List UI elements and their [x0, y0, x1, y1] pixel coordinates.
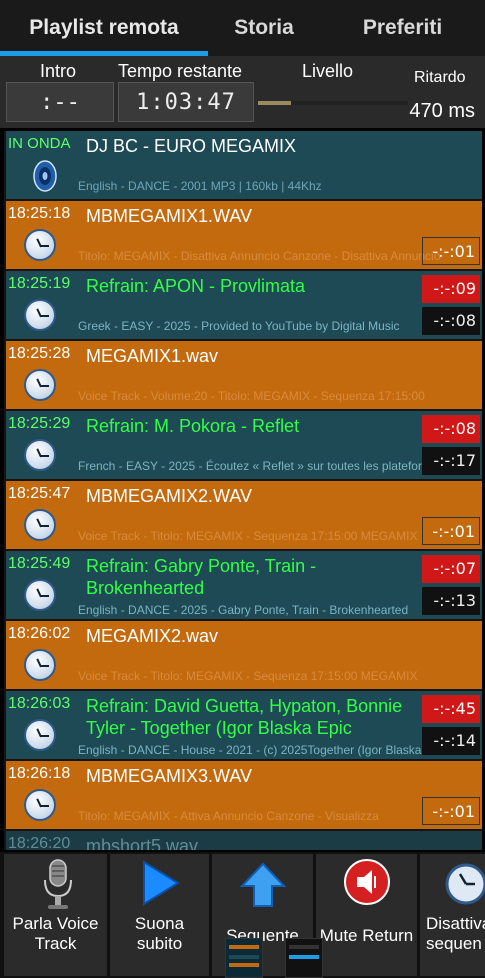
playlist-row[interactable]: 18:25:29 Refrain: M. Pokora - Reflet Fre…	[6, 411, 482, 479]
playlist-row[interactable]: 18:26:03 Refrain: David Guetta, Hypaton,…	[6, 691, 482, 759]
intro-value: :--	[6, 82, 114, 122]
delay-value: 470 ms	[409, 100, 475, 122]
track-timer: -:-:01	[422, 797, 480, 825]
disable-sequence-label: Disattiva sequen	[426, 914, 485, 953]
clock-icon	[24, 579, 56, 611]
track-time: 18:26:02	[8, 625, 71, 642]
clock-icon	[24, 299, 56, 331]
track-timer: -:-:01	[422, 237, 480, 265]
track-title: MEGAMIX1.wav	[86, 346, 219, 366]
track-title: Refrain: M. Pokora - Reflet	[86, 416, 300, 436]
tab-remote-playlist[interactable]: Playlist remota	[0, 0, 208, 56]
playlist-row-on-air[interactable]: IN ONDA DJ BC - EURO MEGAMIX English - D…	[6, 131, 482, 199]
track-details: English - DANCE - 2025 - Gabry Ponte, Tr…	[78, 603, 409, 617]
track-details: Voice Track - Titolo: MEGAMIX - Sequenza…	[78, 529, 418, 543]
playlist-row[interactable]: 18:26:02 MEGAMIX2.wav Voice Track - Tito…	[6, 621, 482, 689]
playlist[interactable]: IN ONDA DJ BC - EURO MEGAMIX English - D…	[4, 131, 482, 850]
intro-timer: -:-:45	[422, 695, 480, 723]
clock-icon	[445, 863, 485, 905]
intro-timer: -:-:08	[422, 415, 480, 443]
track-title: MBMEGAMIX1.WAV	[86, 206, 253, 226]
playlist-row[interactable]: 18:25:19 Refrain: APON - Provlimata Gree…	[6, 271, 482, 339]
tab-bar: Playlist remota Storia Preferiti	[0, 0, 485, 56]
intro-timer: -:-:07	[422, 555, 480, 583]
track-details: English - DANCE - 2001 MP3 | 160kb | 44K…	[78, 179, 322, 193]
clock-icon	[24, 509, 56, 541]
status-header: Intro Tempo restante Livello Ritardo :--…	[0, 56, 485, 128]
voice-track-button[interactable]: Parla Voice Track	[4, 854, 108, 976]
clock-icon	[24, 229, 56, 261]
disable-sequence-button[interactable]: Disattiva sequen	[420, 854, 485, 976]
on-air-label: IN ONDA	[8, 135, 71, 152]
play-now-label: Suona subito	[134, 914, 185, 953]
track-title: Refrain: APON - Provlimata	[86, 276, 306, 296]
track-title: Refrain: David Guetta, Hypaton, Bonnie T…	[86, 696, 403, 738]
thumbnail-image	[285, 938, 323, 978]
track-title: MEGAMIX2.wav	[86, 626, 219, 646]
track-timer: -:-:13	[422, 587, 480, 615]
level-meter	[258, 101, 408, 105]
track-time: 18:25:47	[8, 485, 71, 502]
track-title: DJ BC - EURO MEGAMIX	[86, 136, 297, 156]
remaining-time-label: Tempo restante	[118, 61, 243, 81]
level-label: Livello	[302, 61, 354, 81]
intro-label: Intro	[40, 61, 77, 81]
track-timer: -:-:14	[422, 727, 480, 755]
mute-icon	[344, 859, 390, 905]
track-details: English - DANCE - House - 2021 - (c) 202…	[78, 743, 422, 757]
delay-label: Ritardo	[414, 69, 466, 86]
track-time: 18:25:28	[8, 345, 71, 362]
track-time: 18:25:18	[8, 205, 71, 222]
track-title: MBMEGAMIX2.WAV	[86, 486, 253, 506]
track-details: Titolo: MEGAMIX - Disattiva Annuncio Can…	[78, 249, 441, 263]
track-time: 18:25:19	[8, 275, 71, 292]
track-time: 18:25:49	[8, 555, 71, 572]
playlist-row[interactable]: 18:25:49 Refrain: Gabry Ponte, Train - B…	[6, 551, 482, 619]
track-time: 18:26:03	[8, 695, 71, 712]
track-details: Greek - EASY - 2025 - Provided to YouTub…	[78, 319, 400, 333]
tab-favorites[interactable]: Preferiti	[320, 0, 485, 56]
level-meter-fill	[258, 101, 291, 105]
voice-track-label: Parla Voice Track	[12, 914, 99, 953]
track-time: 18:25:29	[8, 415, 71, 432]
playlist-row[interactable]: 18:25:47 MBMEGAMIX2.WAV Voice Track - Ti…	[6, 481, 482, 549]
intro-timer: -:-:09	[422, 275, 480, 303]
microphone-icon	[44, 859, 72, 909]
playlist-row[interactable]: 18:26:18 MBMEGAMIX3.WAV Titolo: MEGAMIX …	[6, 761, 482, 829]
thumbnail-image	[225, 938, 263, 978]
track-details: French - EASY - 2025 - Écoutez « Reflet …	[78, 459, 445, 473]
play-icon	[143, 860, 180, 906]
clock-icon	[24, 439, 56, 471]
track-timer: -:-:01	[422, 517, 480, 545]
play-now-button[interactable]: Suona subito	[110, 854, 210, 976]
remaining-time-value: 1:03:47	[118, 82, 254, 122]
thumbnail-strip	[225, 938, 335, 978]
clock-icon	[24, 369, 56, 401]
track-details: Voice Track - Titolo: MEGAMIX - Sequenza…	[78, 669, 418, 683]
speaker-icon	[33, 160, 57, 192]
playlist-row[interactable]: 18:25:28 MEGAMIX1.wav Voice Track - Volu…	[6, 341, 482, 409]
track-title: mbshort5.wav	[86, 836, 199, 850]
track-timer: -:-:17	[422, 447, 480, 475]
track-timer: -:-:08	[422, 307, 480, 335]
track-time: 18:26:20	[8, 835, 71, 850]
track-time: 18:26:18	[8, 765, 71, 782]
playlist-row[interactable]: 18:26:20 mbshort5.wav	[6, 831, 482, 850]
track-title: Refrain: Gabry Ponte, Train - Brokenhear…	[86, 556, 317, 598]
clock-icon	[24, 719, 56, 751]
track-title: MBMEGAMIX3.WAV	[86, 766, 253, 786]
track-details: Titolo: MEGAMIX - Attiva Annuncio Canzon…	[78, 809, 379, 823]
arrow-up-icon	[240, 862, 286, 907]
tab-history[interactable]: Storia	[208, 0, 320, 56]
clock-icon	[24, 789, 56, 821]
track-details: Voice Track - Volume:20 - Titolo: MEGAMI…	[78, 389, 425, 403]
playlist-row[interactable]: 18:25:18 MBMEGAMIX1.WAV Titolo: MEGAMIX …	[6, 201, 482, 269]
clock-icon	[24, 649, 56, 681]
